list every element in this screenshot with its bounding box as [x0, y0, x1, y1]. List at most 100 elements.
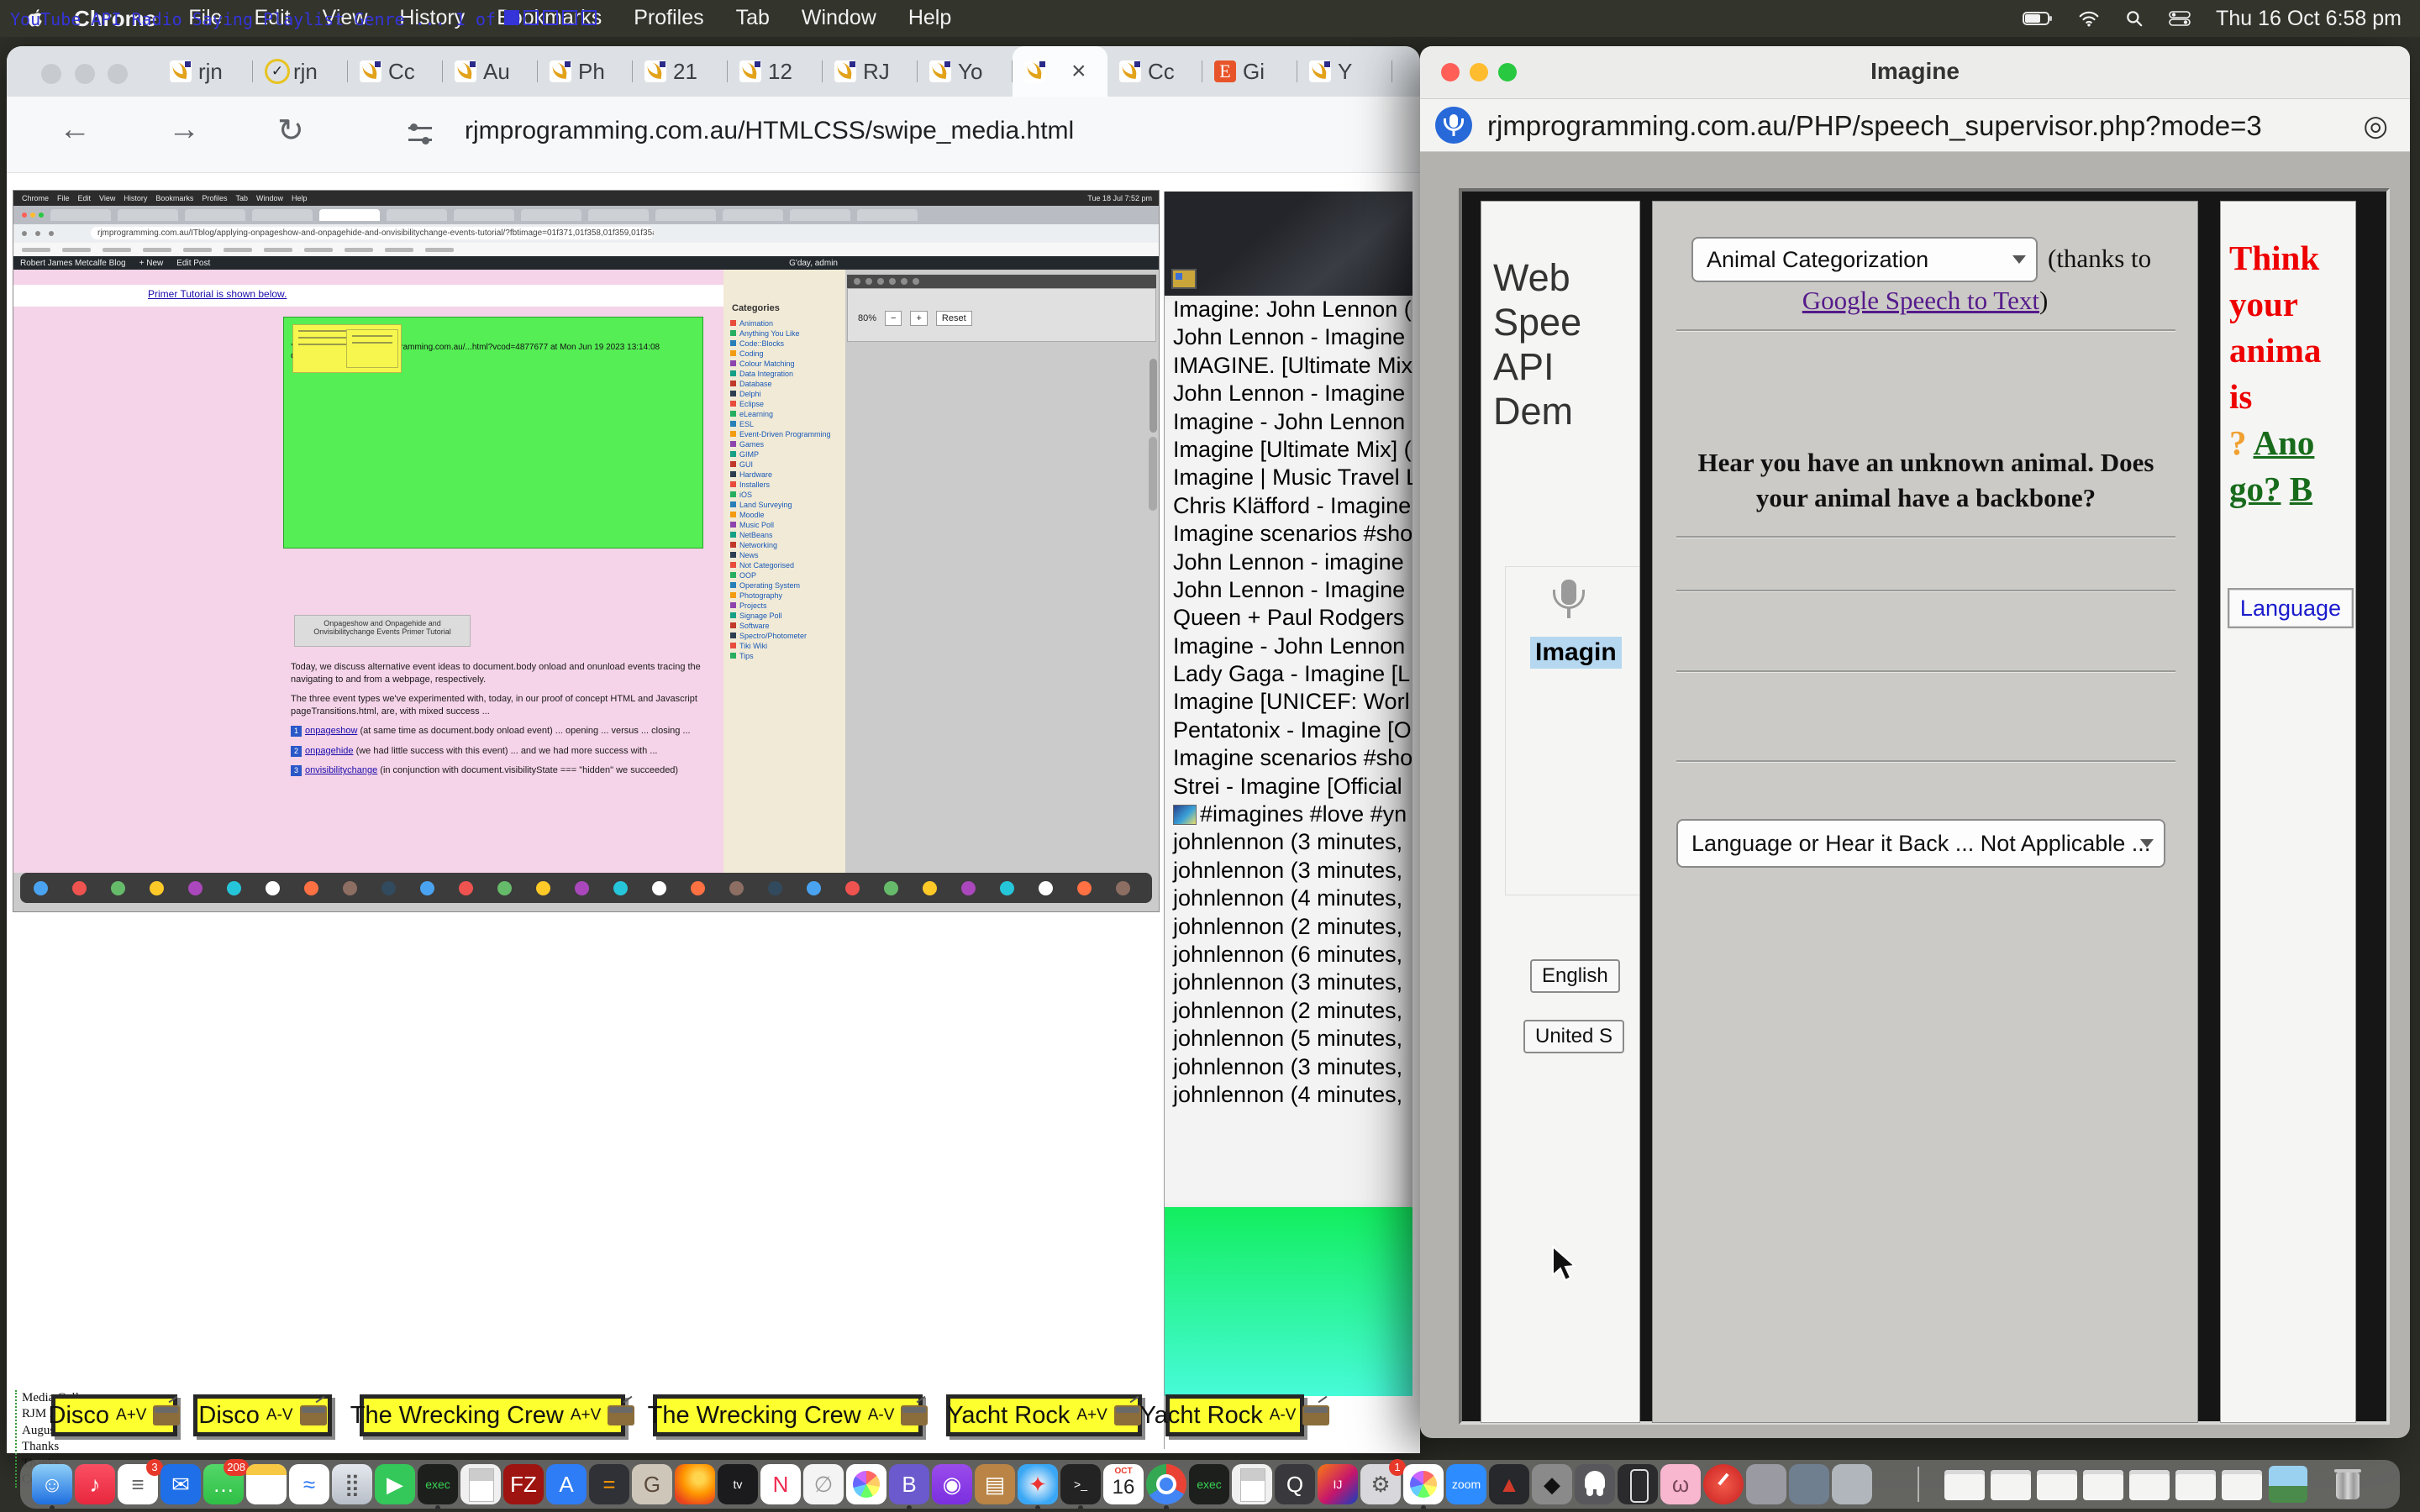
video-list-item[interactable]: Lady Gaga - Imagine [L	[1165, 660, 1413, 688]
dock-icon-music[interactable]: ♪	[75, 1464, 115, 1504]
video-list-item[interactable]: Imagine | Music Travel L	[1165, 464, 1413, 491]
dock-icon-quicktime[interactable]: Q	[1275, 1464, 1315, 1504]
dock-icon-apple-tv[interactable]: tv	[718, 1464, 758, 1504]
dock-icon-app-generic-3[interactable]	[1832, 1464, 1872, 1504]
dock-icon-reminders[interactable]: ≡3	[118, 1464, 158, 1504]
dock-icon-zoom[interactable]: zoom	[1446, 1464, 1486, 1504]
dock-icon-textedit[interactable]	[460, 1464, 501, 1504]
dock-icon-filezilla[interactable]: FZ	[503, 1464, 544, 1504]
media-button-yacht-rock[interactable]: Yacht RockA-V	[1165, 1394, 1304, 1436]
minimized-window-tile[interactable]	[2175, 1470, 2216, 1500]
embedded-category-item[interactable]: Projects	[730, 601, 767, 610]
embedded-category-item[interactable]: Data Integration	[730, 369, 793, 378]
embedded-category-item[interactable]: Animation	[730, 318, 773, 328]
embedded-category-item[interactable]: Colour Matching	[730, 359, 795, 368]
browser-tab[interactable]: ×	[1013, 46, 1107, 97]
dock-icon-gimp[interactable]: G	[632, 1464, 672, 1504]
microphone-icon[interactable]	[1435, 107, 1472, 144]
embedded-category-item[interactable]: GUI	[730, 459, 753, 469]
embedded-category-item[interactable]: Spectro/Photometer	[730, 631, 807, 640]
embedded-screenshot-media[interactable]: ChromeFileEditViewHistoryBookmarksProfil…	[13, 190, 1160, 912]
dock-icon-numbers-chart[interactable]: ≈	[289, 1464, 329, 1504]
dock-icon-podcasts[interactable]: ◉	[932, 1464, 972, 1504]
video-list-item[interactable]: Imagine - John Lennon	[1165, 633, 1413, 660]
media-button-yacht-rock[interactable]: Yacht RockA+V	[946, 1394, 1142, 1436]
menu-item-window[interactable]: Window	[802, 6, 876, 32]
video-list-item[interactable]: John Lennon - Imagine	[1165, 576, 1413, 604]
video-list-item[interactable]: johnlennon (3 minutes,	[1165, 828, 1413, 856]
embedded-category-item[interactable]: Moodle	[730, 510, 765, 519]
browser-tab[interactable]: rjn	[158, 46, 253, 97]
dock-icon-gauge[interactable]	[1703, 1464, 1744, 1504]
video-list-item[interactable]: Imagine scenarios #sho	[1165, 744, 1413, 772]
back-button[interactable]: ←	[59, 112, 91, 148]
menu-item-profiles[interactable]: Profiles	[634, 6, 703, 32]
dock-icon-terminal-exec-2[interactable]: exec	[1189, 1464, 1229, 1504]
video-list-item[interactable]: johnlennon (2 minutes,	[1165, 913, 1413, 941]
video-list-item[interactable]: johnlennon (4 minutes,	[1165, 1081, 1413, 1109]
embedded-category-item[interactable]: Anything You Like	[730, 328, 800, 338]
minimized-window-tile[interactable]	[2083, 1470, 2123, 1500]
browser-tab[interactable]: Au	[443, 46, 538, 97]
video-list-item[interactable]: johnlennon (3 minutes,	[1165, 1053, 1413, 1081]
embedded-category-item[interactable]: Tips	[730, 651, 754, 660]
preview-eye-icon[interactable]: ◎	[2363, 109, 2388, 143]
microphone-icon[interactable]	[1550, 580, 1587, 633]
video-list-item[interactable]: Queen + Paul Rodgers	[1165, 604, 1413, 632]
address-bar[interactable]: rjmprogramming.com.au/HTMLCSS/swipe_medi…	[465, 117, 1074, 145]
reload-button[interactable]: ↻	[277, 112, 304, 150]
minimized-photo-thumbnail[interactable]	[2269, 1466, 2307, 1503]
embedded-category-item[interactable]: Networking	[730, 540, 777, 549]
embedded-category-item[interactable]: OOP	[730, 570, 756, 580]
address-text[interactable]: rjmprogramming.com.au/PHP/speech_supervi…	[1487, 110, 2262, 142]
minimize-window-button[interactable]	[75, 64, 95, 84]
embedded-category-item[interactable]: Delphi	[730, 389, 761, 398]
video-list-item[interactable]: johnlennon (3 minutes,	[1165, 969, 1413, 996]
another-go-link[interactable]: Ano	[2254, 423, 2315, 462]
embedded-category-item[interactable]: Signage Poll	[730, 611, 782, 620]
google-speech-link[interactable]: Google Speech to Text	[1802, 286, 2039, 315]
dock-icon-notes[interactable]	[246, 1464, 287, 1504]
embedded-category-item[interactable]: Photography	[730, 591, 782, 600]
another-go-link[interactable]: B	[2290, 470, 2312, 508]
video-list-item[interactable]: johnlennon (4 minutes,	[1165, 885, 1413, 912]
video-list-item[interactable]: johnlennon (5 minutes,	[1165, 1025, 1413, 1053]
dock-icon-launchpad[interactable]: ⣿	[332, 1464, 372, 1504]
video-list-item[interactable]: John Lennon - imagine	[1165, 549, 1413, 576]
dock-icon-terminal-exec[interactable]: exec	[418, 1464, 458, 1504]
video-list-item[interactable]: Strei - Imagine [Official	[1165, 773, 1413, 801]
video-list-item[interactable]: johnlennon (3 minutes,	[1165, 857, 1413, 885]
language-button[interactable]: Language	[2228, 588, 2354, 628]
embedded-category-item[interactable]: GIMP	[730, 449, 759, 459]
dock-icon-dev-triangle[interactable]: ▲	[1489, 1464, 1529, 1504]
dock-icon-terminal[interactable]: >_	[1060, 1464, 1101, 1504]
dock-icon-facetime[interactable]: ▶	[375, 1464, 415, 1504]
embedded-category-item[interactable]: Database	[730, 379, 772, 388]
browser-tab[interactable]: Gi	[1202, 46, 1297, 97]
embedded-category-item[interactable]: Operating System	[730, 580, 800, 590]
dock-icon-safari[interactable]: ✦	[1018, 1464, 1058, 1504]
video-list-item[interactable]: Imagine [Ultimate Mix] (	[1165, 436, 1413, 464]
dock-icon-blocked[interactable]: ∅	[803, 1464, 844, 1504]
site-settings-icon[interactable]	[408, 125, 432, 144]
video-list-item[interactable]: Imagine: John Lennon (	[1165, 296, 1413, 323]
video-list-item[interactable]: Imagine scenarios #sho	[1165, 520, 1413, 548]
embedded-category-item[interactable]: eLearning	[730, 409, 773, 418]
browser-tab[interactable]: 21	[633, 46, 728, 97]
control-center-icon[interactable]	[2169, 10, 2191, 27]
close-window-button[interactable]	[41, 64, 61, 84]
dock-icon-calendar[interactable]: OCT16	[1103, 1464, 1144, 1504]
embedded-category-item[interactable]: News	[730, 550, 759, 559]
embedded-category-item[interactable]: Games	[730, 439, 764, 449]
dock-icon-phone-mirroring[interactable]	[1618, 1464, 1658, 1504]
dock-icon-contacts[interactable]: ▤	[975, 1464, 1015, 1504]
browser-tab[interactable]: rjn	[253, 46, 348, 97]
zoom-window-button[interactable]	[108, 64, 128, 84]
dock-icon-inkscape[interactable]: ◆	[1532, 1464, 1572, 1504]
dock-icon-app-generic-1[interactable]	[1746, 1464, 1786, 1504]
minimized-window-tile[interactable]	[1991, 1470, 2031, 1500]
browser-tab[interactable]: 12	[728, 46, 823, 97]
video-list-item[interactable]: johnlennon (2 minutes,	[1165, 997, 1413, 1025]
embedded-category-item[interactable]: ESL	[730, 419, 754, 428]
video-list-item[interactable]: johnlennon (6 minutes,	[1165, 941, 1413, 969]
